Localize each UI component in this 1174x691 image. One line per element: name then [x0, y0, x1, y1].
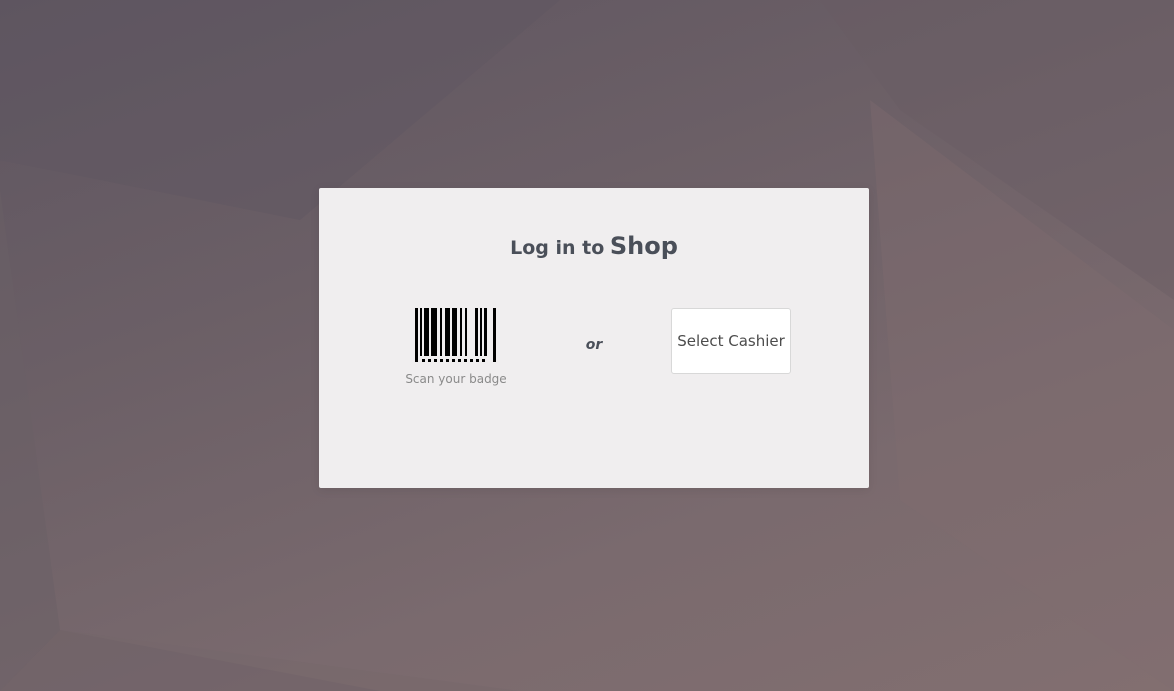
scan-badge-area: Scan your badge — [405, 308, 507, 388]
scan-badge-label: Scan your badge — [405, 372, 507, 386]
or-separator: or — [585, 337, 603, 353]
login-card: Log in to Shop Scan your badge or Select… — [319, 188, 869, 488]
login-title-prefix: Log in to — [510, 237, 605, 259]
barcode-icon — [415, 308, 496, 362]
select-cashier-button[interactable]: Select Cashier — [671, 308, 791, 374]
login-title-shop: Shop — [609, 232, 678, 260]
login-title: Log in to Shop — [319, 232, 869, 260]
